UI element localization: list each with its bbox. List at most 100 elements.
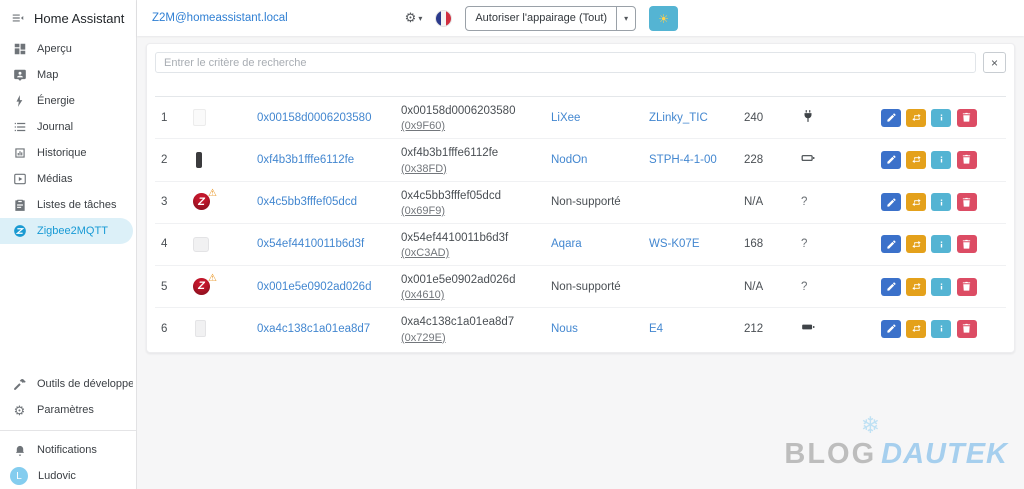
vendor-link[interactable]: Aqara [551, 238, 582, 250]
ieee-address: 0x4c5bb3fffef05dcd [401, 189, 501, 202]
model-link[interactable]: WS-K07E [649, 238, 700, 250]
device-name-link[interactable]: 0xf4b3b1fffe6112fe [257, 154, 354, 166]
avatar: L [10, 467, 28, 485]
info-button[interactable] [931, 277, 952, 296]
column-header-actions [875, 80, 1006, 97]
rename-button[interactable] [881, 277, 901, 296]
remove-button[interactable] [956, 235, 977, 254]
reconfigure-button[interactable] [906, 277, 927, 296]
column-header-modele [643, 80, 738, 97]
lqi-value: 228 [738, 138, 795, 182]
devices-page: × 1 0x00158d0006203580 0x00158d000620358… [137, 36, 1024, 489]
model-link[interactable]: E4 [649, 323, 663, 335]
sidebar-item-parametres[interactable]: ⚙ Paramètres [0, 397, 133, 423]
main-area: Z2M@homeassistant.local ⚙ ▾ Autoriser l'… [137, 0, 1024, 489]
rename-button[interactable] [881, 319, 901, 338]
network-address-link[interactable]: (0x729E) [401, 332, 446, 344]
column-header-number [155, 80, 187, 97]
source-unknown-icon: ? [801, 238, 808, 251]
permit-join-button[interactable]: Autoriser l'appairage (Tout) ▾ [465, 5, 637, 31]
sidebar-item-journal[interactable]: Journal [0, 114, 133, 140]
sidebar-item-zigbee2mqtt[interactable]: Zigbee2MQTT [0, 218, 133, 244]
source-battery-full-icon [801, 320, 815, 334]
sidebar-toggle-icon[interactable] [10, 11, 25, 26]
sidebar-item-energie[interactable]: Énergie [0, 88, 133, 114]
dashboard-icon [12, 42, 27, 57]
device-name-link[interactable]: 0x00158d0006203580 [257, 112, 371, 124]
model-link[interactable]: ZLinky_TIC [649, 112, 708, 124]
gear-icon: ⚙ [13, 402, 26, 418]
device-row-4: 4 0x54ef4410011b6d3f 0x54ef4410011b6d3f … [155, 223, 1006, 267]
model-link[interactable]: STPH-4-1-00 [649, 154, 717, 166]
device-row-3: 3 Z ⚠ 0x4c5bb3fffef05dcd 0x4c5bb3fffef05d… [155, 181, 1006, 224]
reconfigure-button[interactable] [906, 235, 927, 254]
column-header-source [795, 80, 875, 97]
permit-join-caret[interactable]: ▾ [616, 6, 635, 30]
info-button[interactable] [931, 108, 952, 127]
device-name-link[interactable]: 0x54ef4410011b6d3f [257, 238, 364, 250]
remove-button[interactable] [956, 108, 977, 127]
vendor-link[interactable]: Nous [551, 323, 578, 335]
sidebar-item-outils-de-developpement[interactable]: Outils de développement [0, 371, 133, 397]
z2m-navbar: Z2M@homeassistant.local ⚙ ▾ Autoriser l'… [137, 0, 1024, 36]
rename-button[interactable] [881, 108, 901, 127]
sidebar-item-medias[interactable]: Médias [0, 166, 133, 192]
remove-button[interactable] [956, 193, 977, 212]
row-number: 4 [155, 223, 187, 267]
ieee-address-cell: 0x001e5e0902ad026d (0x4610) [395, 265, 545, 309]
theme-toggle-button[interactable]: ☀ [649, 5, 679, 31]
vendor-link[interactable]: LiXee [551, 112, 580, 124]
ieee-address: 0xa4c138c1a01ea8d7 [401, 316, 515, 329]
z2m-brand-link[interactable]: Z2M@homeassistant.local [152, 12, 288, 24]
hammer-icon [12, 377, 27, 392]
network-address-link[interactable]: (0x9F60) [401, 120, 445, 132]
rename-button[interactable] [881, 235, 901, 254]
pencil-icon [886, 197, 896, 207]
network-address-link[interactable]: (0x4610) [401, 289, 444, 301]
rename-button[interactable] [881, 193, 901, 212]
remove-button[interactable] [956, 150, 977, 169]
nav-settings-menu[interactable]: ⚙ ▾ [405, 11, 423, 25]
device-name-link[interactable]: 0x001e5e0902ad026d [257, 281, 371, 293]
sidebar-divider [0, 430, 136, 431]
sidebar-item-apercu[interactable]: Aperçu [0, 36, 133, 62]
ieee-address: 0x54ef4410011b6d3f [401, 231, 509, 244]
lqi-value: N/A [738, 181, 795, 224]
trash-icon [962, 197, 971, 207]
repeat-arrows-icon [912, 325, 921, 333]
row-actions [875, 308, 1006, 350]
reconfigure-button[interactable] [906, 319, 927, 338]
remove-button[interactable] [956, 277, 977, 296]
remove-button[interactable] [956, 319, 977, 338]
reconfigure-button[interactable] [906, 193, 927, 212]
search-input[interactable] [155, 52, 976, 73]
sidebar-item-notifications[interactable]: Notifications [0, 437, 133, 463]
network-address-link[interactable]: (0x38FD) [401, 163, 447, 175]
language-flag-fr[interactable] [435, 9, 453, 27]
reconfigure-button[interactable] [906, 150, 927, 169]
info-button[interactable] [931, 319, 952, 338]
reconfigure-button[interactable] [906, 108, 927, 127]
info-button[interactable] [931, 150, 952, 169]
info-button[interactable] [931, 235, 952, 254]
vendor-link[interactable]: NodOn [551, 154, 587, 166]
pencil-icon [886, 324, 896, 333]
network-address-link[interactable]: (0xC3AD) [401, 247, 449, 259]
watermark-dautek: DAUTEK [881, 438, 1008, 470]
device-name-link[interactable]: 0xa4c138c1a01ea8d7 [257, 323, 370, 335]
sidebar-item-historique[interactable]: Historique [0, 140, 133, 166]
sidebar-item-map[interactable]: Map [0, 62, 133, 88]
network-address-link[interactable]: (0x69F9) [401, 205, 445, 217]
ieee-address-cell: 0x54ef4410011b6d3f (0xC3AD) [395, 223, 545, 267]
ieee-address: 0x00158d0006203580 [401, 105, 516, 117]
rename-button[interactable] [881, 150, 901, 169]
source-plug-icon [801, 109, 815, 123]
user-menu[interactable]: L Ludovic [0, 463, 133, 489]
row-actions [875, 223, 1006, 267]
device-name-link[interactable]: 0x4c5bb3fffef05dcd [257, 196, 357, 208]
sidebar-item-listes-de-taches[interactable]: Listes de tâches [0, 192, 133, 218]
user-name: Ludovic [38, 470, 76, 482]
devices-card: × 1 0x00158d0006203580 0x00158d000620358… [146, 43, 1015, 353]
clear-search-button[interactable]: × [983, 52, 1006, 73]
info-button[interactable] [931, 193, 952, 212]
